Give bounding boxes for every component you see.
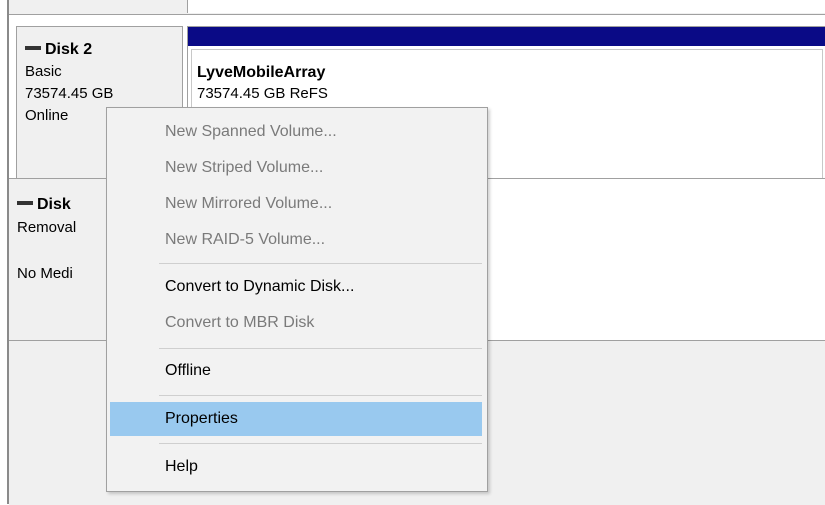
menu-item-offline[interactable]: Offline xyxy=(110,354,482,388)
disk-status: Online xyxy=(25,107,69,124)
menu-separator xyxy=(159,348,482,349)
disk-icon xyxy=(25,45,41,50)
previous-disk-row xyxy=(9,0,825,15)
menu-separator xyxy=(159,263,482,264)
disk-name: Disk 2 xyxy=(45,41,93,58)
menu-item-new-spanned-volume[interactable]: New Spanned Volume... xyxy=(110,115,482,149)
volume-name: LyveMobileArray xyxy=(197,64,326,81)
disk-icon xyxy=(17,200,33,205)
disk-size: 73574.45 GB xyxy=(25,85,114,102)
menu-item-properties[interactable]: Properties xyxy=(110,402,482,436)
menu-item-convert-to-dynamic-disk[interactable]: Convert to Dynamic Disk... xyxy=(110,270,482,304)
menu-item-new-striped-volume[interactable]: New Striped Volume... xyxy=(110,151,482,185)
menu-item-help[interactable]: Help xyxy=(110,450,482,484)
menu-separator xyxy=(159,443,482,444)
disk-management-view: Disk 2 Basic 73574.45 GB Online LyveMobi… xyxy=(0,0,825,505)
disk-type: Basic xyxy=(25,63,62,80)
removable-disk-name: Disk xyxy=(37,196,71,213)
volume-color-bar xyxy=(188,27,825,46)
menu-item-convert-to-mbr-disk[interactable]: Convert to MBR Disk xyxy=(110,306,482,340)
menu-item-new-raid5-volume[interactable]: New RAID-5 Volume... xyxy=(110,223,482,257)
previous-volume-strip xyxy=(187,0,825,13)
removable-disk-status: No Medi xyxy=(17,265,73,282)
disk-title: Disk 2 xyxy=(25,41,92,59)
volume-detail: 73574.45 GB ReFS xyxy=(197,85,328,102)
menu-separator xyxy=(159,395,482,396)
removable-disk-type: Removal xyxy=(17,219,77,236)
disk-context-menu: New Spanned Volume... New Striped Volume… xyxy=(106,107,488,492)
menu-item-new-mirrored-volume[interactable]: New Mirrored Volume... xyxy=(110,187,482,221)
removable-disk-title[interactable]: Disk xyxy=(17,196,71,214)
